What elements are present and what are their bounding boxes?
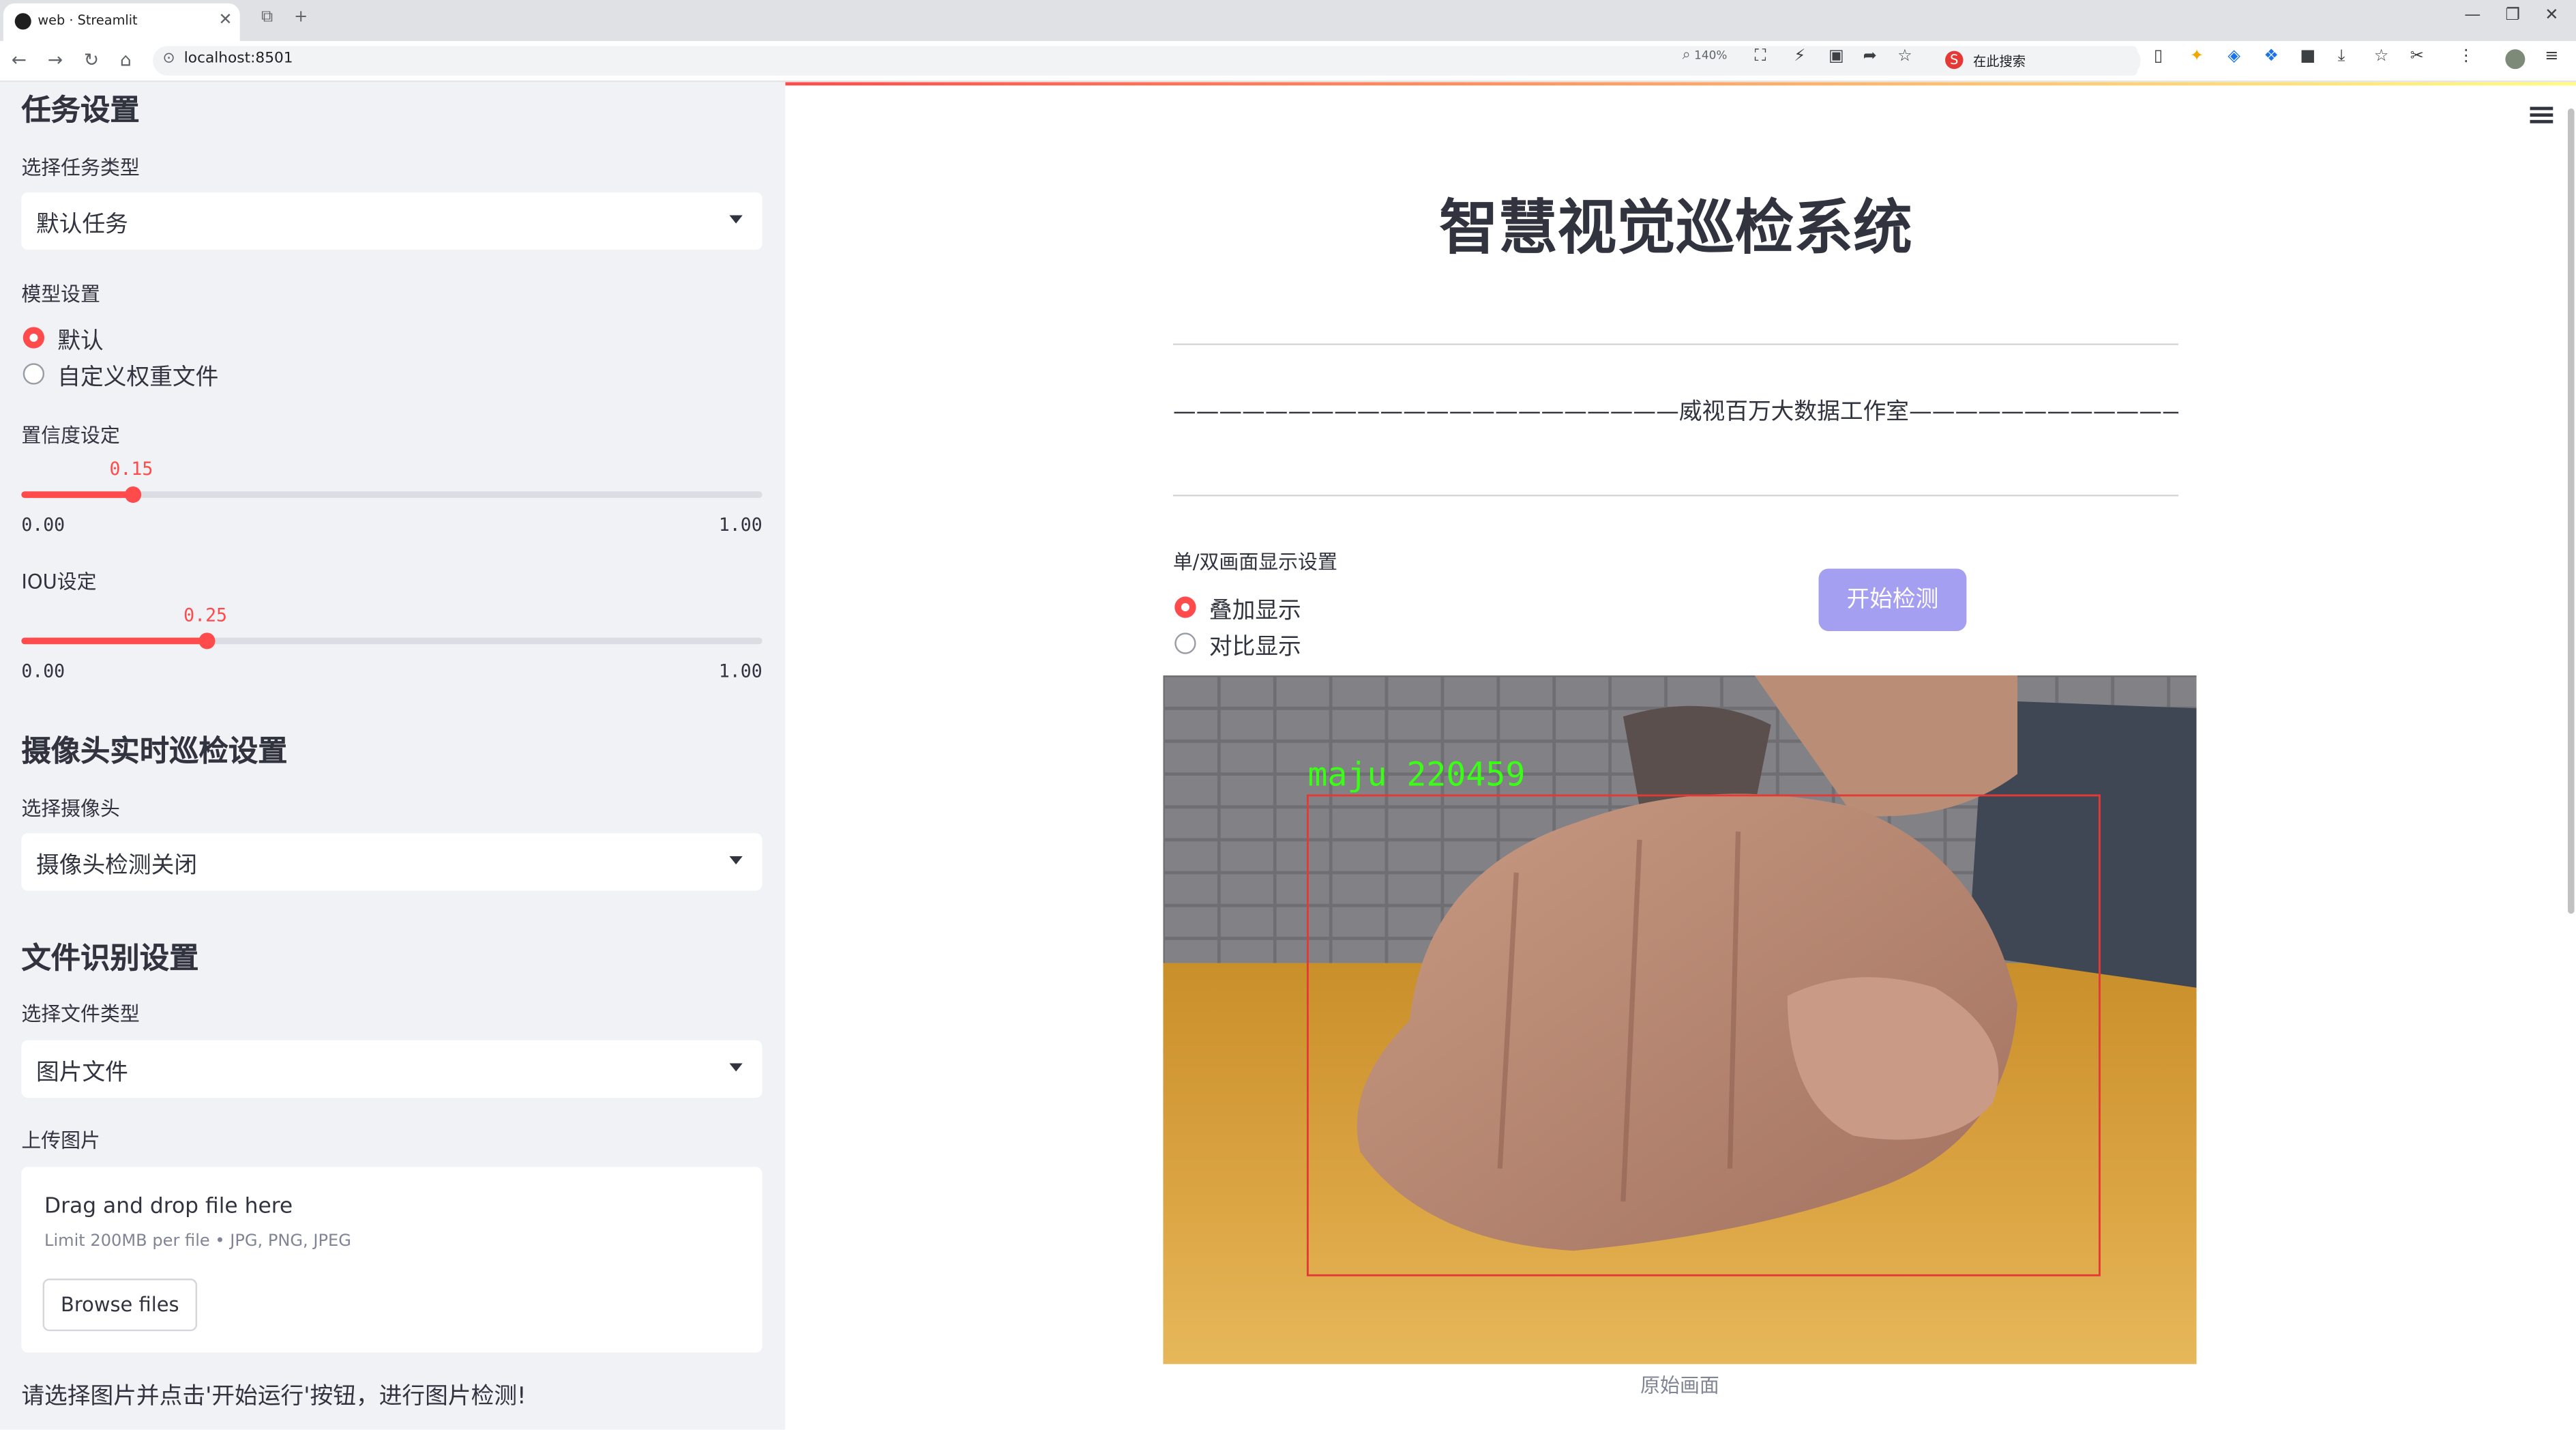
camera-value: 摄像头检测关闭 [35,853,198,879]
start-detection-button[interactable]: 开始检测 [1818,568,1967,631]
radio-overlay-label: 叠加显示 [1209,598,1301,625]
hamburger-menu-icon[interactable] [2530,106,2553,127]
browser-menu-icon[interactable]: ≡ [2545,48,2558,65]
slider-thumb[interactable] [124,486,141,504]
extension-icon[interactable]: ✦ [2190,48,2204,65]
main-content: 智慧视觉巡检系统 ——————————————————————威视百万大数据工作… [785,82,2576,1430]
download-icon[interactable]: ⤓ [2338,48,2345,65]
task-type-select[interactable]: 默认任务 [21,192,763,250]
slider-max: 1.00 [718,514,763,536]
tab-title: web · Streamlit [38,13,138,28]
screenshot-icon[interactable]: ▣ [1829,48,1844,65]
file-type-select[interactable]: 图片文件 [21,1040,763,1098]
top-decoration [785,82,2576,86]
camera-settings-heading: 摄像头实时巡检设置 [21,734,288,770]
chevron-down-icon [729,1063,743,1072]
radio-selected-icon [1174,596,1196,618]
restore-icon[interactable]: ❐ [2505,7,2520,25]
model-settings-label: 模型设置 [21,282,100,306]
upload-label: 上传图片 [21,1128,100,1152]
search-engine-icon: S [1945,50,1964,70]
slider-max: 1.00 [718,660,763,682]
page-title: 智慧视觉巡检系统 [1439,195,1912,263]
tab-groups-icon[interactable]: ⧉ [261,8,273,26]
radio-model-default-label: 默认 [57,328,104,355]
task-settings-heading: 任务设置 [21,93,140,128]
divider [1172,495,2179,497]
zoom-value: 140% [1694,49,1728,63]
chevron-down-icon [729,215,743,224]
radio-unselected-icon [1174,632,1196,654]
detection-label: maju 220459 [1307,755,1525,793]
studio-banner: ——————————————————————威视百万大数据工作室————————… [1172,399,2179,426]
slider-fill [21,491,133,498]
task-type-value: 默认任务 [35,211,128,239]
upload-hint: 请选择图片并点击'开始运行'按钮，进行图片检测! [21,1384,527,1410]
streamlit-favicon-icon [14,13,31,30]
minimize-icon[interactable]: — [2464,7,2481,25]
new-tab-icon[interactable]: + [294,8,308,26]
uploader-title: Drag and drop file here [44,1195,293,1220]
slider-current-value: 0.15 [109,458,153,480]
cut-icon[interactable]: ✂ [2410,48,2424,65]
phone-icon[interactable]: ▯ [2154,48,2163,65]
lightning-icon[interactable]: ⚡ [1794,48,1805,65]
extension-blue-icon[interactable]: ◈ [2227,48,2240,65]
confidence-label: 置信度设定 [21,424,120,448]
zoom-indicator[interactable]: ⌕ 140% [1683,48,1728,64]
camera-select[interactable]: 摄像头检测关闭 [21,833,763,891]
forward-icon[interactable]: → [48,49,63,70]
share-icon[interactable]: ➦ [1863,48,1877,65]
slider-fill [21,637,207,645]
slider-current-value: 0.25 [183,604,228,626]
avatar[interactable] [2505,49,2526,70]
file-type-value: 图片文件 [35,1060,128,1087]
browser-toolbar: ← → ↻ ⌂ ⊙ localhost:8501 ⌕ 140% ⛶ ⚡ ▣ ➦ … [0,41,2576,83]
site-info-icon[interactable]: ⊙ [162,51,175,68]
file-settings-heading: 文件识别设置 [21,942,199,976]
address-text: localhost:8501 [183,50,293,68]
scrollbar[interactable] [2567,108,2575,914]
extension-dark-icon[interactable]: ■ [2300,48,2315,65]
bookmark-star-icon[interactable]: ☆ [1897,48,1912,65]
iou-slider[interactable]: 0.25 0.00 1.00 [21,604,763,682]
more-menu-icon[interactable]: ⋮ [2458,48,2474,65]
image-caption: 原始画面 [1640,1373,1719,1397]
search-placeholder: 在此搜索 [1972,54,2026,70]
display-mode-label: 单/双画面显示设置 [1172,550,1337,574]
slider-thumb[interactable] [198,632,215,650]
basket-background [1623,705,1771,807]
browse-files-button[interactable]: Browse files [42,1279,198,1332]
browser-tab-strip: web · Streamlit ✕ ⧉ + — ❐ ✕ [0,0,2576,42]
radio-compare-label: 对比显示 [1209,634,1301,661]
browser-tab[interactable]: web · Streamlit ✕ [3,3,240,42]
task-type-label: 选择任务类型 [21,156,140,179]
detection-image-canvas: maju 220459 [1163,675,2197,1365]
camera-label: 选择摄像头 [21,797,120,820]
close-window-icon[interactable]: ✕ [2545,7,2558,25]
close-tab-icon[interactable]: ✕ [218,12,232,29]
slider-min: 0.00 [21,514,65,536]
confidence-slider[interactable]: 0.15 0.00 1.00 [21,458,763,536]
home-icon[interactable]: ⌂ [120,49,132,70]
detection-image: maju 220459 [1163,675,2197,1365]
radio-model-custom-label: 自定义权重文件 [57,364,219,392]
zoom-icon: ⌕ [1682,47,1691,64]
iou-label: IOU设定 [21,570,97,594]
file-type-label: 选择文件类型 [21,1002,140,1026]
slider-min: 0.00 [21,660,65,682]
translate-icon[interactable]: ⛶ [1755,48,1766,65]
back-icon[interactable]: ← [12,49,27,70]
sidebar: 任务设置 选择任务类型 默认任务 模型设置 默认 自定义权重文件 置信度设定 0… [0,82,786,1430]
uploader-limit: Limit 200MB per file • JPG, PNG, JPEG [44,1232,351,1251]
search-box[interactable]: S 在此搜索 [1940,46,2137,76]
file-uploader[interactable]: Drag and drop file here Limit 200MB per … [21,1167,763,1353]
favorites-icon[interactable]: ☆ [2374,48,2389,65]
divider [1172,343,2179,345]
reload-icon[interactable]: ↻ [84,49,99,70]
chevron-down-icon [729,856,743,865]
radio-unselected-icon [23,363,45,385]
radio-selected-icon [23,327,45,349]
extension-puzzle-icon[interactable]: ❖ [2264,48,2279,65]
